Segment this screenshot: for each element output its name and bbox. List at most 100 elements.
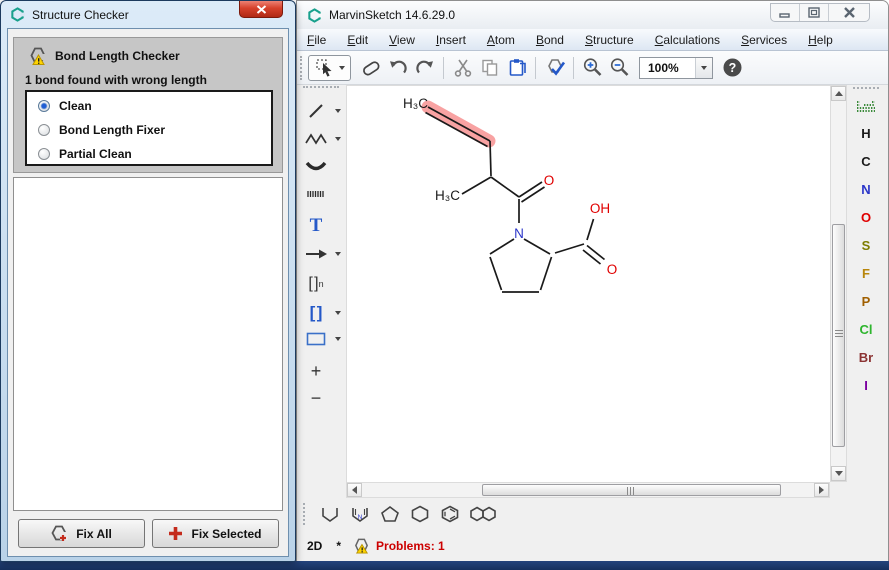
atom-ring-nitrogen[interactable]: N bbox=[514, 226, 524, 241]
menu-structure[interactable]: Structure bbox=[585, 33, 634, 47]
horizontal-scrollbar[interactable] bbox=[346, 482, 830, 498]
selection-tool-button[interactable] bbox=[308, 55, 351, 81]
chain-tool[interactable] bbox=[301, 126, 331, 152]
fix-all-button[interactable]: Fix All bbox=[18, 519, 145, 548]
selection-icon bbox=[315, 58, 337, 78]
template-pyrrolidine[interactable]: N bbox=[345, 501, 375, 527]
element-n-button[interactable]: N bbox=[851, 175, 881, 203]
selection-dropdown-icon[interactable] bbox=[339, 66, 345, 70]
problems-count[interactable]: Problems: 1 bbox=[376, 539, 445, 553]
element-h-button[interactable]: H bbox=[851, 119, 881, 147]
menu-atom[interactable]: Atom bbox=[487, 33, 515, 47]
bond-tool[interactable] bbox=[301, 98, 331, 124]
option-clean[interactable]: Clean bbox=[27, 94, 271, 118]
element-c-button[interactable]: C bbox=[851, 147, 881, 175]
redo-button[interactable] bbox=[411, 55, 438, 81]
zoom-level-combo[interactable]: 100% bbox=[639, 57, 713, 79]
template-toolbar-grip[interactable] bbox=[303, 503, 307, 525]
template-fused-rings[interactable] bbox=[465, 501, 503, 527]
scroll-right-button[interactable] bbox=[814, 483, 829, 497]
svg-text:N: N bbox=[358, 514, 363, 521]
copy-button[interactable] bbox=[476, 55, 503, 81]
element-i-button[interactable]: I bbox=[851, 371, 881, 399]
dialog-close-button[interactable] bbox=[239, 1, 283, 18]
menu-file[interactable]: File bbox=[307, 33, 326, 47]
atom-methyl-top[interactable]: H₃C bbox=[403, 96, 428, 111]
shape-tool[interactable] bbox=[301, 326, 331, 352]
text-tool[interactable]: T bbox=[301, 213, 331, 239]
fix-selected-button[interactable]: Fix Selected bbox=[152, 519, 279, 548]
draw-toolbar-grip[interactable] bbox=[303, 86, 339, 90]
menu-help[interactable]: Help bbox=[808, 33, 833, 47]
menu-edit[interactable]: Edit bbox=[347, 33, 368, 47]
undo-button[interactable] bbox=[384, 55, 411, 81]
eraser-button[interactable] bbox=[357, 55, 384, 81]
element-toolbar-grip[interactable] bbox=[853, 87, 879, 91]
restore-button[interactable] bbox=[800, 4, 829, 21]
menu-bond[interactable]: Bond bbox=[536, 33, 564, 47]
hashed-line-tool[interactable] bbox=[301, 181, 331, 207]
copy-icon bbox=[479, 58, 501, 78]
option-bond-length-fixer[interactable]: Bond Length Fixer bbox=[27, 118, 271, 142]
atom-methyl-side[interactable]: H₃C bbox=[435, 188, 460, 203]
cut-button[interactable] bbox=[449, 55, 476, 81]
chain-tool-dropdown[interactable] bbox=[335, 126, 343, 152]
scroll-up-button[interactable] bbox=[831, 86, 846, 101]
check-structure-button[interactable] bbox=[541, 55, 568, 81]
atom-carbonyl-oxygen[interactable]: O bbox=[544, 173, 555, 188]
help-button[interactable]: ? bbox=[719, 55, 746, 81]
scroll-left-button[interactable] bbox=[347, 483, 362, 497]
template-cyclopentane[interactable] bbox=[375, 501, 405, 527]
template-cyclohexane[interactable] bbox=[405, 501, 435, 527]
zoom-dropdown-button[interactable] bbox=[695, 58, 712, 78]
option-partial-clean[interactable]: Partial Clean bbox=[27, 142, 271, 166]
bracket-tool-dropdown[interactable] bbox=[335, 300, 343, 326]
sketch-area: T [ ]n [ ] + − bbox=[297, 85, 888, 482]
menu-insert[interactable]: Insert bbox=[436, 33, 466, 47]
bond-tool-dropdown[interactable] bbox=[335, 98, 343, 124]
atom-carboxyl-oxygen[interactable]: O bbox=[607, 262, 618, 277]
repeating-group-tool[interactable]: [ ]n bbox=[301, 271, 331, 297]
toolbar-grip[interactable] bbox=[300, 56, 304, 80]
increase-charge-tool[interactable]: + bbox=[301, 358, 331, 384]
element-br-button[interactable]: Br bbox=[851, 343, 881, 371]
arrow-tool-dropdown[interactable] bbox=[335, 241, 343, 267]
menu-view[interactable]: View bbox=[389, 33, 415, 47]
radio-clean[interactable] bbox=[38, 100, 50, 112]
menu-services[interactable]: Services bbox=[741, 33, 787, 47]
element-o-button[interactable]: O bbox=[851, 203, 881, 231]
scroll-down-button[interactable] bbox=[831, 466, 846, 481]
radio-partial-clean[interactable] bbox=[38, 148, 50, 160]
element-s-button[interactable]: S bbox=[851, 231, 881, 259]
paste-button[interactable] bbox=[503, 55, 530, 81]
molecule-canvas[interactable]: H₃C H₃C O N OH O bbox=[346, 85, 830, 482]
template-cyclopentadiene[interactable] bbox=[315, 501, 345, 527]
bracket-tool[interactable]: [ ] bbox=[301, 300, 331, 326]
shape-tool-dropdown[interactable] bbox=[335, 326, 343, 352]
vertical-scrollbar[interactable] bbox=[830, 85, 847, 482]
reaction-arrow-tool[interactable] bbox=[301, 241, 331, 267]
atom-hydroxyl[interactable]: OH bbox=[590, 201, 610, 216]
arc-tool[interactable] bbox=[301, 153, 331, 179]
periodic-table-button[interactable] bbox=[851, 95, 881, 119]
vertical-scroll-thumb[interactable] bbox=[832, 224, 845, 447]
menu-calculations[interactable]: Calculations bbox=[655, 33, 720, 47]
template-benzene[interactable] bbox=[435, 501, 465, 527]
minimize-button[interactable] bbox=[771, 4, 800, 21]
element-f-button[interactable]: F bbox=[851, 259, 881, 287]
radio-bond-length-fixer[interactable] bbox=[38, 124, 50, 136]
element-p-button[interactable]: P bbox=[851, 287, 881, 315]
horizontal-scroll-thumb[interactable] bbox=[482, 484, 781, 496]
dialog-titlebar[interactable]: Structure Checker bbox=[1, 1, 295, 28]
close-button[interactable] bbox=[829, 4, 869, 21]
decrease-charge-tool[interactable]: − bbox=[301, 385, 331, 411]
zoom-out-button[interactable] bbox=[606, 55, 633, 81]
dimension-indicator[interactable]: 2D bbox=[307, 539, 322, 553]
problems-warning-icon[interactable] bbox=[353, 537, 370, 554]
zoom-in-button[interactable] bbox=[579, 55, 606, 81]
marvin-titlebar[interactable]: MarvinSketch 14.6.29.0 bbox=[297, 1, 888, 29]
option-bond-length-fixer-label: Bond Length Fixer bbox=[59, 123, 165, 137]
checker-results-list[interactable] bbox=[13, 177, 283, 511]
element-cl-button[interactable]: Cl bbox=[851, 315, 881, 343]
option-partial-clean-label: Partial Clean bbox=[59, 147, 132, 161]
